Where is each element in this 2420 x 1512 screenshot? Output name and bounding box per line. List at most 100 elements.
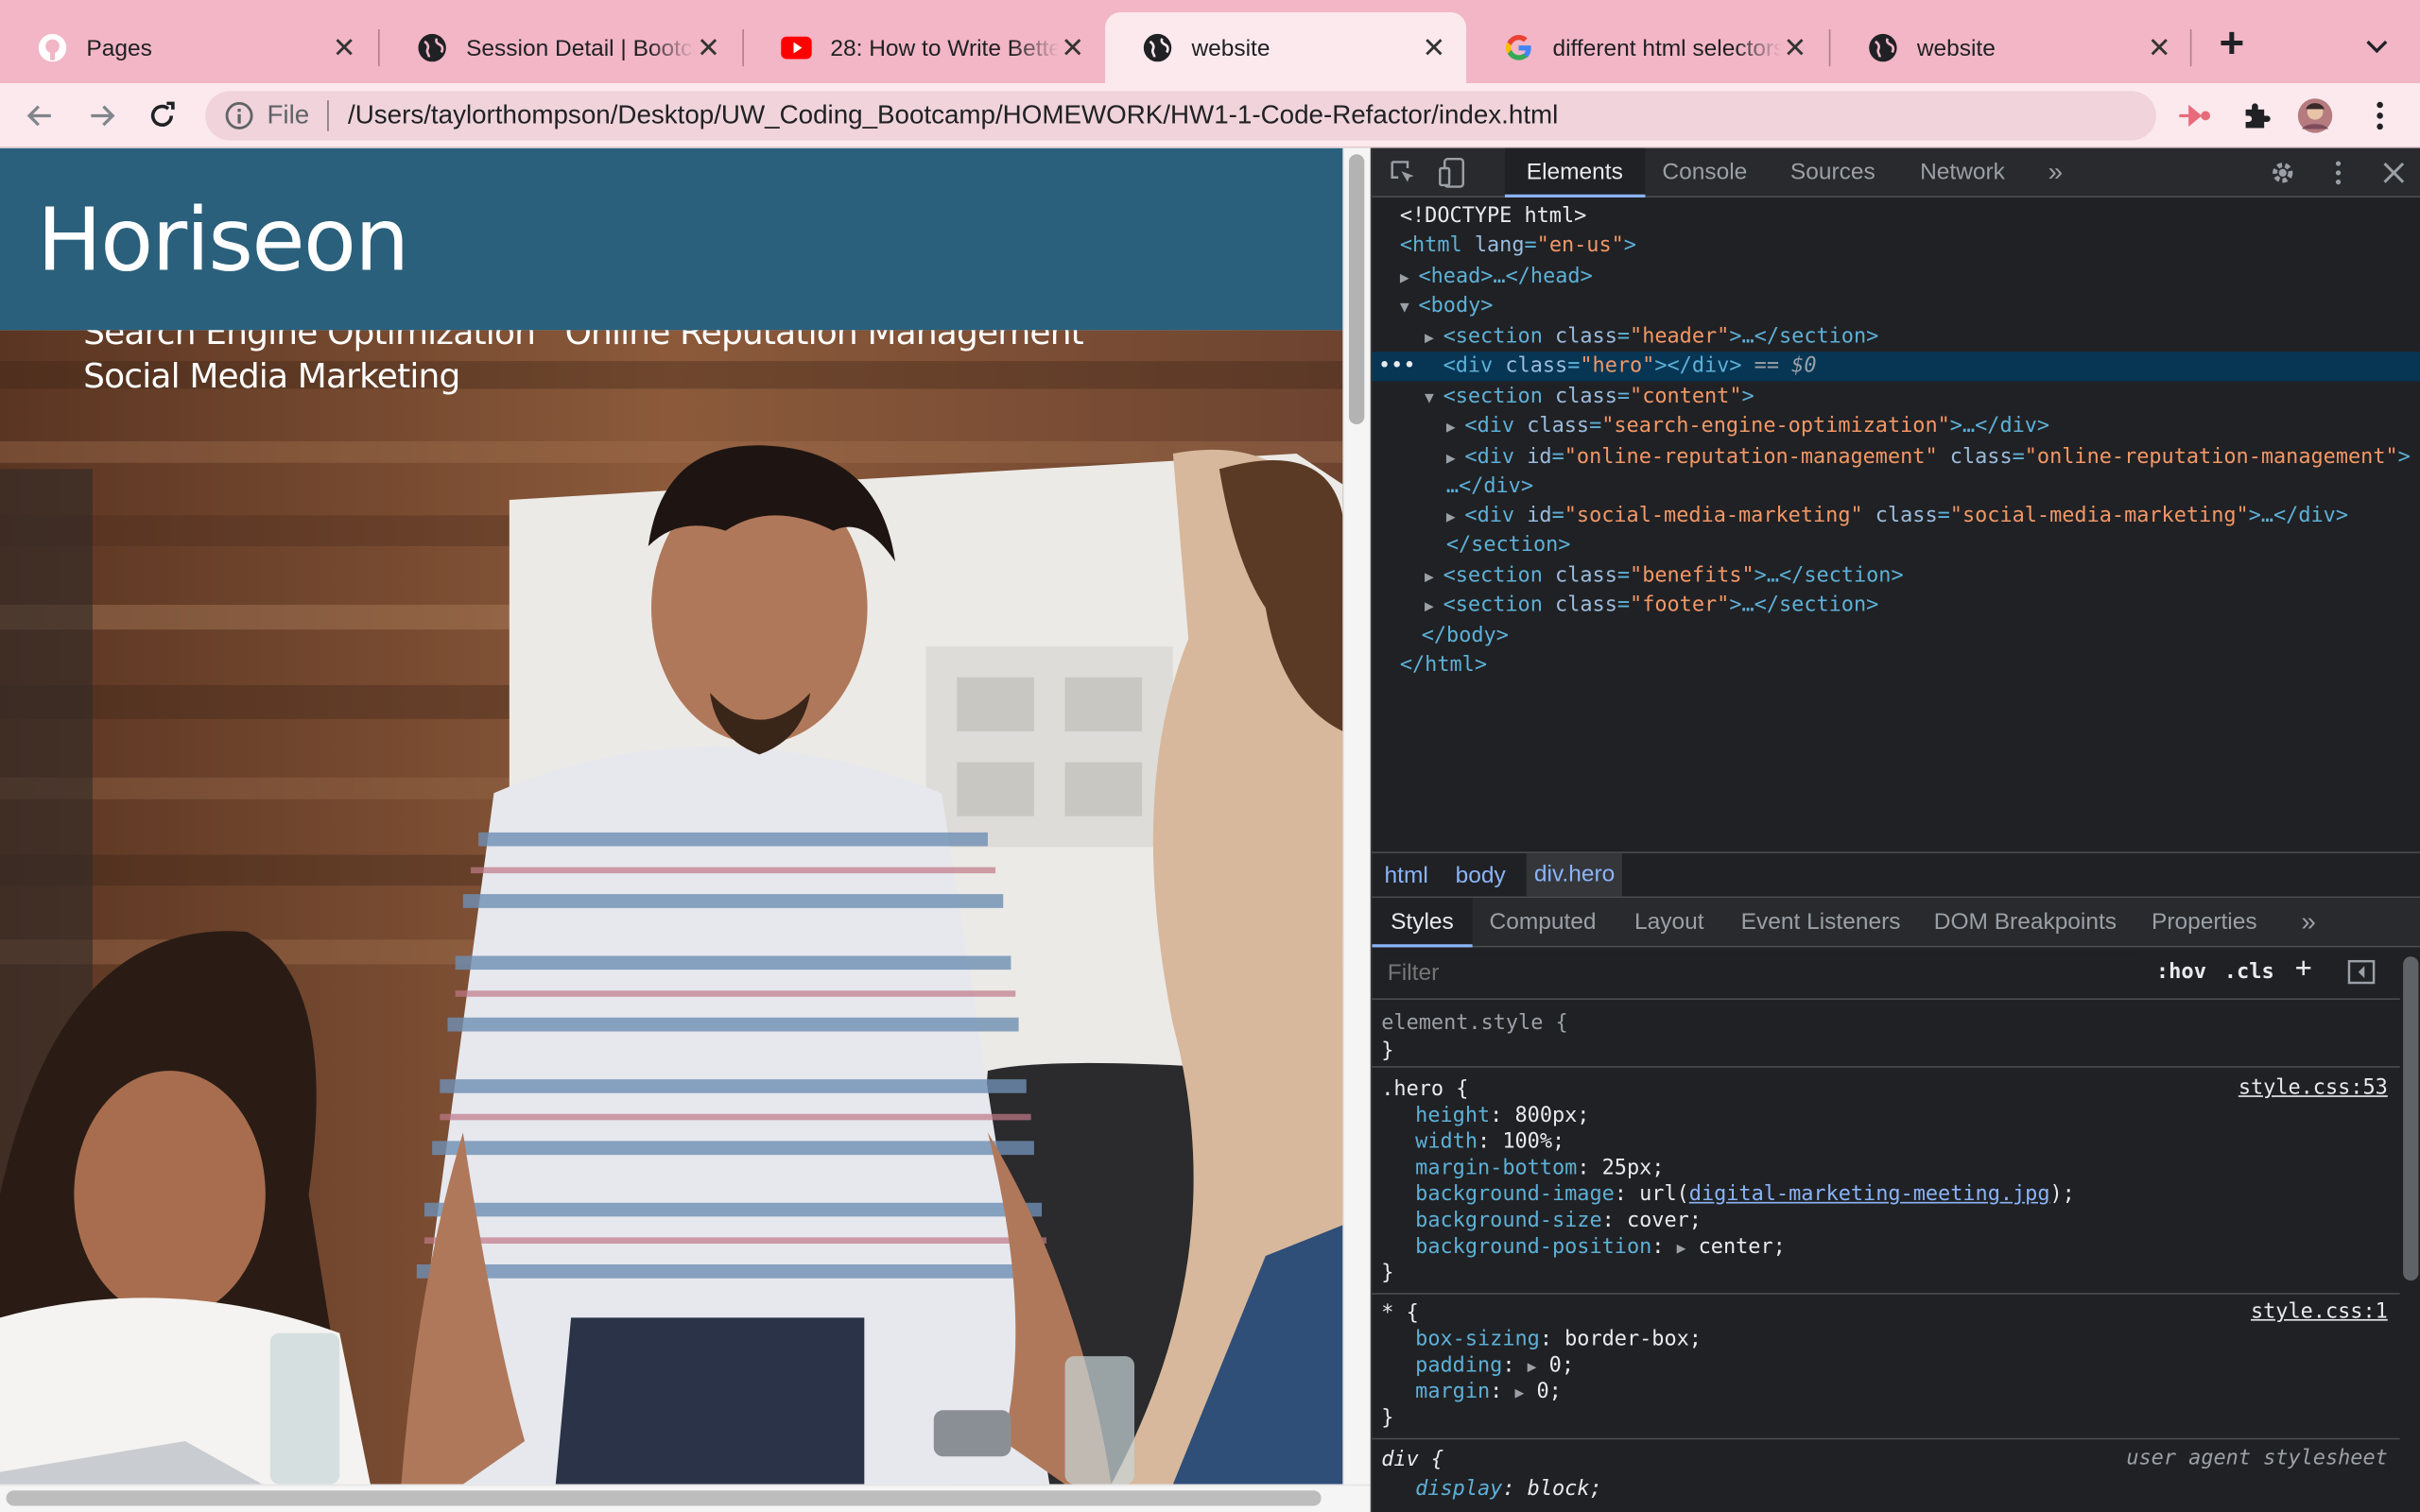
css-property-height[interactable]: height: 800px;	[1415, 1103, 1589, 1129]
breadcrumb-html[interactable]: html	[1385, 863, 1428, 889]
tab-search-chevron-icon[interactable]	[2359, 27, 2395, 64]
css-property-background-position[interactable]: background-position: ▶ center;	[1415, 1234, 1786, 1261]
subtab-dom-breakpoints[interactable]: DOM Breakpoints	[1915, 898, 2135, 947]
gear-icon[interactable]	[2267, 158, 2298, 189]
toggle-sidebar-icon[interactable]	[2347, 958, 2378, 989]
dom-line-body-close[interactable]: </body>	[1372, 622, 2420, 651]
dom-line-html[interactable]: <html lang="en-us">	[1372, 232, 2420, 261]
nav-orm[interactable]: Online Reputation Management	[565, 330, 1084, 352]
nav-seo[interactable]: Search Engine Optimization	[83, 330, 536, 352]
expand-triangle-icon[interactable]: ▶	[1446, 414, 1465, 443]
dom-line-doctype[interactable]: <!DOCTYPE html>	[1372, 202, 2420, 232]
rule-selector[interactable]: element.style {	[1381, 1010, 1567, 1037]
subtab-properties[interactable]: Properties	[2133, 898, 2275, 947]
page-horizontal-scroll-thumb[interactable]	[6, 1490, 1322, 1506]
subtab-layout[interactable]: Layout	[1616, 898, 1722, 947]
css-property-width[interactable]: width: 100%;	[1415, 1129, 1564, 1156]
devtools-tab-sources[interactable]: Sources	[1769, 148, 1897, 198]
devtools-tab-console[interactable]: Console	[1641, 148, 1770, 198]
expand-triangle-icon[interactable]: ▶	[1677, 1241, 1686, 1258]
css-property-box-sizing[interactable]: box-sizing: border-box;	[1415, 1327, 1702, 1353]
dom-line-section-footer[interactable]: ▶ <section class="footer">…</section>	[1372, 591, 2420, 620]
devtools-more-tabs[interactable]: »	[2027, 148, 2084, 198]
inspect-element-icon[interactable]	[1388, 158, 1419, 189]
subtab-event-listeners[interactable]: Event Listeners	[1722, 898, 1919, 947]
tab-youtube[interactable]: 28: How to Write Better ✕	[744, 12, 1105, 83]
dom-line-div-seo[interactable]: ▶ <div class="search-engine-optimization"…	[1372, 412, 2420, 441]
close-tab-icon[interactable]: ✕	[1781, 34, 1808, 61]
expand-triangle-icon[interactable]: ▶	[1425, 593, 1443, 622]
styles-scroll-thumb[interactable]	[2403, 956, 2419, 1281]
collapse-triangle-icon[interactable]: ▼	[1425, 385, 1443, 414]
source-link[interactable]: style.css:1	[2251, 1300, 2388, 1323]
nav-smm[interactable]: Social Media Marketing	[83, 358, 460, 397]
devtools-tab-elements[interactable]: Elements	[1504, 147, 1645, 198]
dom-line-div-orm-close[interactable]: …</div>	[1372, 472, 2420, 502]
subtab-styles[interactable]: Styles	[1372, 898, 1473, 948]
cls-toggle-button[interactable]: .cls	[2224, 960, 2274, 985]
css-property-background-image[interactable]: background-image: url(digital-marketing-…	[1415, 1182, 2075, 1209]
close-tab-icon[interactable]: ✕	[1420, 34, 1447, 61]
menu-kebab-icon[interactable]	[2361, 97, 2398, 134]
image-url-link[interactable]: digital-marketing-meeting.jpg	[1689, 1183, 2050, 1206]
reload-icon[interactable]	[144, 97, 181, 134]
dom-line-div-smm[interactable]: ▶ <div id="social-media-marketing" class=…	[1372, 502, 2420, 531]
dom-line-section-content-close[interactable]: </section>	[1372, 531, 2420, 560]
new-tab-button[interactable]: +	[2210, 21, 2254, 65]
forward-icon[interactable]	[83, 97, 120, 134]
expand-triangle-icon[interactable]: ▶	[1446, 503, 1465, 532]
tab-google-search[interactable]: different html selectors ✕	[1466, 12, 1827, 83]
breadcrumb-div-hero[interactable]: div.hero	[1526, 852, 1623, 897]
extensions-puzzle-icon[interactable]	[2238, 97, 2274, 134]
rule-selector[interactable]: * {	[1381, 1300, 1418, 1327]
css-property-margin-bottom[interactable]: margin-bottom: 25px;	[1415, 1156, 1664, 1182]
close-icon[interactable]	[2378, 158, 2410, 189]
tab-website[interactable]: website ✕	[1830, 12, 2191, 83]
expand-triangle-icon[interactable]: ▶	[1400, 264, 1419, 293]
expand-triangle-icon[interactable]: ▶	[1425, 563, 1443, 593]
device-toolbar-icon[interactable]	[1437, 157, 1468, 189]
expand-triangle-icon[interactable]: ▶	[1514, 1385, 1524, 1402]
collapse-triangle-icon[interactable]: ▼	[1400, 293, 1419, 322]
css-property-margin[interactable]: margin: ▶ 0;	[1415, 1380, 1562, 1406]
dom-line-section-benefits[interactable]: ▶ <section class="benefits">…</section>	[1372, 561, 2420, 591]
devtools-menu-icon[interactable]	[2323, 158, 2354, 189]
css-property-padding[interactable]: padding: ▶ 0;	[1415, 1353, 1574, 1380]
expand-triangle-icon[interactable]: ▶	[1446, 444, 1465, 473]
rule-selector[interactable]: div {	[1381, 1447, 1443, 1473]
tab-session-detail[interactable]: Session Detail | Bootcamp ✕	[380, 12, 741, 83]
info-icon[interactable]	[224, 100, 255, 131]
extension-arrow-icon[interactable]	[2176, 97, 2213, 134]
subtab-more[interactable]: »	[2283, 898, 2335, 947]
expand-triangle-icon[interactable]: ▶	[1425, 324, 1443, 353]
close-tab-icon[interactable]: ✕	[2145, 34, 2172, 61]
dom-line-section-content[interactable]: ▼ <section class="content">	[1372, 383, 2420, 412]
styles-filter-input[interactable]	[1381, 954, 2138, 991]
tab-website-active[interactable]: website ✕	[1105, 12, 1467, 84]
source-link[interactable]: style.css:53	[2238, 1077, 2388, 1100]
breadcrumb-body[interactable]: body	[1456, 863, 1506, 889]
tab-pages[interactable]: Pages ✕	[0, 12, 376, 83]
dom-line-hero-selected[interactable]: ••• <div class="hero"></div> == $0	[1372, 352, 2420, 382]
dom-line-body[interactable]: ▼ <body>	[1372, 292, 2420, 321]
close-tab-icon[interactable]: ✕	[330, 34, 357, 61]
devtools-tab-network[interactable]: Network	[1898, 148, 2027, 198]
rule-selector[interactable]: .hero {	[1381, 1077, 1468, 1104]
subtab-computed[interactable]: Computed	[1471, 898, 1615, 947]
dom-line-head[interactable]: ▶ <head>…</head>	[1372, 263, 2420, 292]
dom-line-html-close[interactable]: </html>	[1372, 651, 2420, 680]
address-bar[interactable]: File /Users/taylorthompson/Desktop/UW_Co…	[205, 91, 2156, 141]
back-icon[interactable]	[22, 97, 59, 134]
url-text[interactable]: /Users/taylorthompson/Desktop/UW_Coding_…	[348, 100, 1558, 131]
profile-avatar[interactable]	[2296, 97, 2333, 134]
dom-line-section-header[interactable]: ▶ <section class="header">…</section>	[1372, 322, 2420, 352]
close-tab-icon[interactable]: ✕	[695, 34, 722, 61]
dom-line-menu-icon[interactable]: •••	[1378, 352, 1415, 381]
close-tab-icon[interactable]: ✕	[1059, 34, 1086, 61]
hov-toggle-button[interactable]: :hov	[2156, 960, 2206, 985]
css-property-background-size[interactable]: background-size: cover;	[1415, 1208, 1702, 1234]
dom-line-div-orm[interactable]: ▶ <div id="online-reputation-management" …	[1372, 443, 2420, 472]
expand-triangle-icon[interactable]: ▶	[1528, 1359, 1537, 1376]
page-vertical-scroll-thumb[interactable]	[1348, 154, 1365, 424]
css-property-display[interactable]: display: block;	[1415, 1476, 1601, 1503]
